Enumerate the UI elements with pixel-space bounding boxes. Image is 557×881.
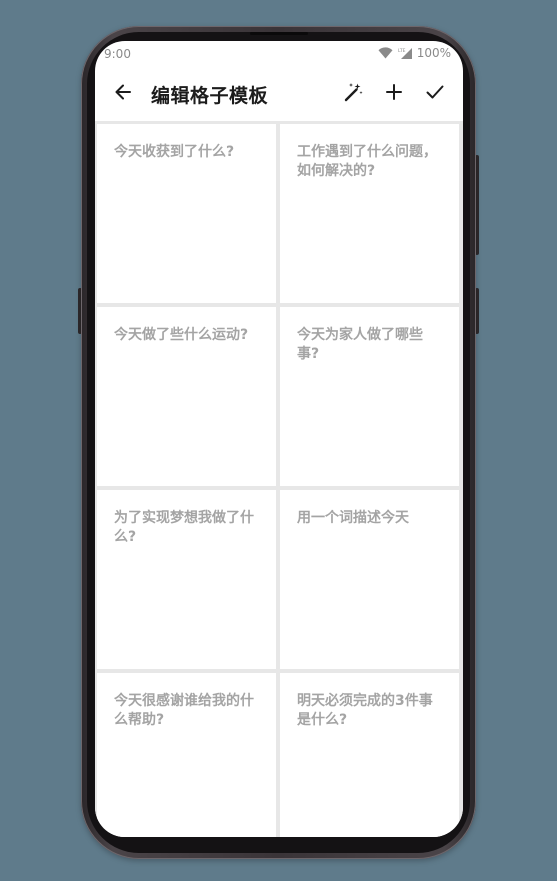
magic-wand-button[interactable] — [342, 81, 364, 103]
cell-prompt: 明天必须完成的3件事是什么? — [297, 693, 433, 728]
status-time: 9:00 — [104, 47, 131, 61]
app-screen: 9:00 LTE 100% 编辑格子模板 今天收获到了什么? 工作遇到了什么问题… — [95, 41, 463, 837]
page-title: 编辑格子模板 — [151, 85, 269, 107]
cell-prompt: 今天收获到了什么? — [114, 144, 235, 160]
grid-cell[interactable]: 今天为家人做了哪些事? — [280, 307, 459, 486]
plus-icon — [383, 81, 405, 103]
back-button[interactable] — [112, 81, 134, 103]
cell-prompt: 工作遇到了什么问题，如何解决的? — [297, 144, 437, 179]
grid-cell[interactable]: 今天收获到了什么? — [97, 124, 276, 303]
status-icons: LTE 100% — [378, 46, 451, 60]
grid-cell[interactable]: 为了实现梦想我做了什么? — [97, 490, 276, 669]
status-bar: 9:00 LTE 100% — [95, 41, 463, 67]
cell-prompt: 为了实现梦想我做了什么? — [114, 510, 254, 545]
cell-signal-icon: LTE — [397, 47, 413, 60]
grid-cell[interactable]: 今天很感谢谁给我的什么帮助? — [97, 673, 276, 837]
grid-cell[interactable]: 用一个词描述今天 — [280, 490, 459, 669]
cell-prompt: 今天为家人做了哪些事? — [297, 327, 423, 362]
confirm-button[interactable] — [424, 81, 446, 103]
phone-earpiece — [250, 32, 308, 35]
arrow-back-icon — [112, 81, 134, 103]
svg-text:LTE: LTE — [398, 48, 406, 54]
cell-prompt: 今天很感谢谁给我的什么帮助? — [114, 693, 254, 728]
wifi-icon — [378, 47, 393, 59]
cell-prompt: 今天做了些什么运动? — [114, 327, 249, 343]
toolbar: 编辑格子模板 — [95, 67, 463, 121]
check-icon — [424, 81, 446, 103]
battery-percent: 100% — [416, 46, 451, 60]
grid-cell[interactable]: 明天必须完成的3件事是什么? — [280, 673, 459, 837]
magic-wand-icon — [342, 81, 364, 103]
template-grid: 今天收获到了什么? 工作遇到了什么问题，如何解决的? 今天做了些什么运动? 今天… — [95, 121, 463, 837]
grid-cell[interactable]: 今天做了些什么运动? — [97, 307, 276, 486]
add-button[interactable] — [383, 81, 405, 103]
grid-cell[interactable]: 工作遇到了什么问题，如何解决的? — [280, 124, 459, 303]
cell-prompt: 用一个词描述今天 — [297, 510, 409, 526]
